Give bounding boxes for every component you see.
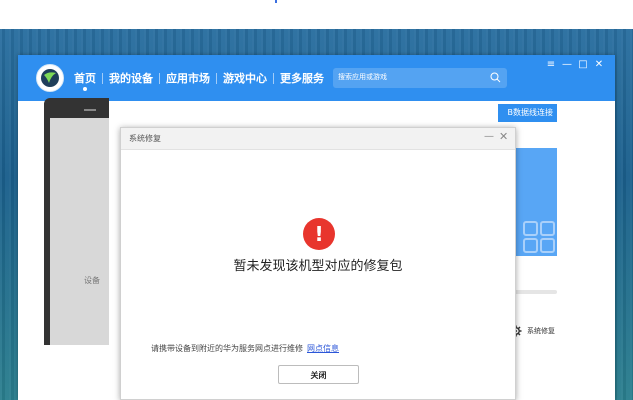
dialog-titlebar[interactable]: 系统修复 — ✕ [121, 128, 515, 150]
device-illustration: 设备 [44, 98, 109, 345]
top-area [0, 0, 633, 29]
app-header: 首页 我的设备 应用市场 游戏中心 更多服务 搜索应用或游戏 ≡ — □ ✕ [18, 55, 615, 101]
dialog-minimize-icon[interactable]: — [484, 131, 494, 142]
device-text: 设备 [84, 276, 100, 285]
nav-item-home[interactable]: 首页 [68, 70, 102, 91]
text-caret [275, 0, 277, 3]
dialog-hint: 请携带设备到附近的华为服务网点进行维修 网点信息 [151, 343, 339, 354]
app-logo[interactable] [36, 64, 64, 92]
usb-connect-button[interactable]: B数据线连接 [498, 104, 557, 122]
nav-item-more-services[interactable]: 更多服务 [274, 70, 330, 86]
hint-text: 请携带设备到附近的华为服务网点进行维修 [151, 344, 303, 353]
nav-item-game-center[interactable]: 游戏中心 [217, 70, 273, 86]
device-screen [50, 118, 109, 345]
system-repair-dialog: 系统修复 — ✕ ! 暂未发现该机型对应的修复包 请携带设备到附近的华为服务网点… [120, 127, 516, 400]
nav-item-app-market[interactable]: 应用市场 [160, 70, 216, 86]
dialog-message: 暂未发现该机型对应的修复包 [233, 259, 403, 274]
dialog-title: 系统修复 [129, 134, 161, 143]
minimize-icon[interactable]: — [562, 59, 572, 71]
close-button[interactable]: 关闭 [278, 365, 359, 384]
close-icon[interactable]: ✕ [594, 59, 604, 71]
system-repair-label: 系统修复 [527, 327, 555, 335]
search-icon[interactable] [490, 72, 501, 83]
logo-icon [41, 69, 59, 87]
maximize-icon[interactable]: □ [578, 59, 588, 71]
dialog-close-icon[interactable]: ✕ [499, 130, 508, 143]
device-speaker [84, 109, 96, 111]
error-icon: ! [303, 218, 335, 250]
menu-icon[interactable]: ≡ [546, 59, 556, 71]
search-input[interactable]: 搜索应用或游戏 [333, 68, 507, 88]
window-controls: ≡ — □ ✕ [546, 59, 604, 71]
active-indicator [83, 87, 87, 91]
main-nav: 首页 我的设备 应用市场 游戏中心 更多服务 [68, 70, 330, 91]
nav-item-my-devices[interactable]: 我的设备 [103, 70, 159, 86]
system-repair-entry[interactable]: 系统修复 [510, 325, 555, 337]
service-outlet-link[interactable]: 网点信息 [307, 344, 339, 353]
apps-grid-icon [523, 221, 555, 253]
search-placeholder: 搜索应用或游戏 [338, 73, 387, 81]
